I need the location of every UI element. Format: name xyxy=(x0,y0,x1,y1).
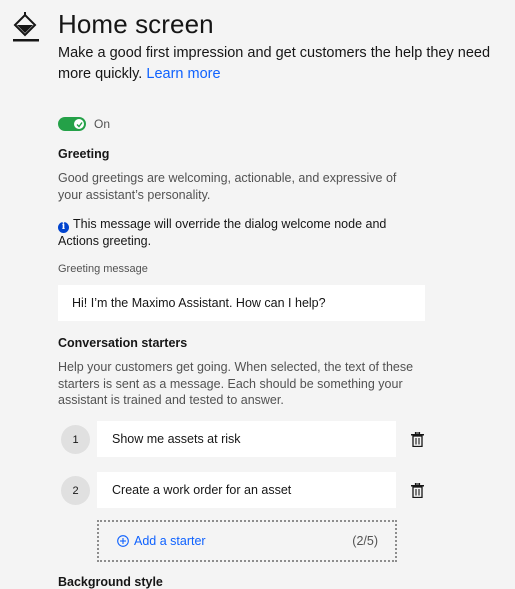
add-starter-label: Add a starter xyxy=(134,534,206,548)
conversation-starters-heading: Conversation starters xyxy=(58,336,188,350)
toggle-knob xyxy=(74,119,84,129)
page-title: Home screen xyxy=(58,9,214,39)
description-text: Make a good first impression and get cus… xyxy=(58,45,491,82)
greeting-message-label: Greeting message xyxy=(58,263,148,275)
add-circle-icon xyxy=(117,535,129,547)
add-starter-link[interactable]: Add a starter xyxy=(117,534,206,548)
background-style-heading: Background style xyxy=(58,575,163,589)
learn-more-link[interactable]: Learn more xyxy=(146,66,220,82)
conversation-starters-help: Help your customers get going. When sele… xyxy=(58,360,414,407)
trash-icon[interactable] xyxy=(411,483,424,498)
paint-bucket-icon xyxy=(13,12,39,42)
greeting-message-input[interactable]: Hi! I’m the Maximo Assistant. How can I … xyxy=(58,285,425,321)
toggle-label: On xyxy=(94,117,111,131)
starter-input-2[interactable]: Create a work order for an asset xyxy=(97,472,396,508)
info-icon: i xyxy=(58,222,69,233)
starter-input-1[interactable]: Show me assets at risk xyxy=(97,421,396,457)
starter-number-badge: 1 xyxy=(61,425,90,454)
checkmark-icon xyxy=(76,121,83,128)
starter-number-badge: 2 xyxy=(61,476,90,505)
home-screen-toggle[interactable] xyxy=(58,117,86,131)
greeting-help: Good greetings are welcoming, actionable… xyxy=(58,171,397,202)
page-description: Make a good first impression and get cus… xyxy=(58,43,503,85)
home-screen-toggle-row: On xyxy=(58,117,110,131)
starter-count: (2/5) xyxy=(352,534,378,548)
add-starter-button[interactable]: Add a starter (2/5) xyxy=(97,520,397,562)
trash-icon[interactable] xyxy=(411,432,424,447)
greeting-heading: Greeting xyxy=(58,147,110,161)
greeting-note-text: This message will override the dialog we… xyxy=(58,217,387,248)
greeting-note: i This message will override the dialog w… xyxy=(58,216,428,250)
